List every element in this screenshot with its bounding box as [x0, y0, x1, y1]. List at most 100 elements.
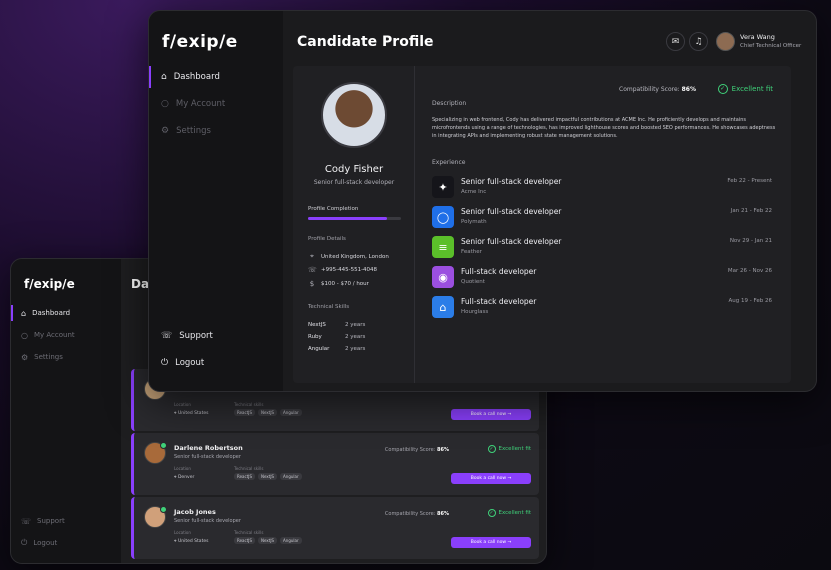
- sidebar-item-label: My Account: [33, 331, 75, 339]
- skill-chip: Angular: [280, 473, 302, 480]
- book-call-button[interactable]: Book a call now →: [451, 537, 531, 548]
- user-icon: ○: [161, 99, 169, 109]
- mail-icon: ✉: [671, 36, 680, 47]
- company-logo-icon: ◯: [432, 206, 454, 228]
- avatar: [144, 442, 167, 464]
- sidebar-item-label: Settings: [34, 353, 63, 361]
- phone-detail: ☏ +995-445-551-4048: [308, 266, 378, 274]
- sidebar-item-my-account[interactable]: ○ My Account: [11, 327, 75, 343]
- skill-chip: ReactJS: [234, 473, 255, 480]
- candidate-role: Senior full-stack developer: [174, 518, 241, 524]
- location-label: Location: [174, 530, 191, 535]
- home-icon: ⌂: [161, 72, 167, 82]
- skill-chips: ReactJS NextJS Angular: [234, 409, 302, 416]
- avatar: [144, 506, 167, 528]
- experience-item: ⌂ Full-stack developer Hourglass Aug 19 - F…: [432, 296, 772, 320]
- sidebar-item-label: Support: [179, 331, 213, 341]
- experience-company: Polymath: [461, 219, 487, 225]
- experience-company: Quotient: [461, 279, 485, 285]
- home-icon: ⌂: [21, 308, 27, 318]
- experience-company: Hourglass: [461, 309, 489, 315]
- fit-badge: ✓ Excellent fit: [487, 509, 531, 517]
- skill-chips: ReactJS NextJS Angular: [234, 473, 302, 480]
- sidebar-item-logout[interactable]: ⏻ Logout: [11, 535, 57, 551]
- sidebar-item-my-account[interactable]: ○ My Account: [149, 93, 225, 115]
- sidebar-item-settings[interactable]: ⚙ Settings: [11, 349, 63, 365]
- notifications-button[interactable]: ♫: [689, 32, 708, 51]
- candidate-avatar: [321, 82, 387, 148]
- skill-chip: ReactJS: [234, 537, 255, 544]
- sidebar-item-label: Logout: [175, 358, 205, 368]
- page-title: Candidate Profile: [297, 34, 434, 50]
- sidebar-item-label: Logout: [33, 539, 58, 547]
- experience-dates: Aug 19 - Feb 26: [728, 298, 772, 304]
- user-role: Chief Technical Officer: [740, 43, 802, 49]
- sidebar-item-label: My Account: [175, 99, 226, 109]
- skill-chips: ReactJS NextJS Angular: [234, 537, 302, 544]
- mail-button[interactable]: ✉: [666, 32, 685, 51]
- sidebar-item-dashboard[interactable]: ⌂ Dashboard: [149, 66, 220, 88]
- skill-chip: Angular: [280, 537, 302, 544]
- experience-dates: Feb 22 - Present: [727, 178, 772, 184]
- sidebar-item-dashboard[interactable]: ⌂ Dashboard: [11, 305, 70, 321]
- location-label: Location: [174, 402, 191, 407]
- check-circle-icon: ✓: [487, 445, 496, 453]
- bell-icon: ♫: [694, 36, 703, 47]
- fit-badge: ✓ Excellent fit: [717, 84, 773, 94]
- sidebar-item-settings[interactable]: ⚙ Settings: [149, 120, 211, 142]
- online-indicator: [160, 442, 167, 449]
- candidate-name: Cody Fisher: [324, 164, 384, 175]
- online-indicator: [160, 506, 167, 513]
- experience-title: Full-stack developer: [461, 267, 537, 276]
- profile-details: Compatibility Score: 86% ✓ Excellent fit …: [415, 66, 791, 383]
- candidate-name: Jacob Jones: [174, 508, 216, 516]
- skill-chip: ReactJS: [234, 409, 255, 416]
- sidebar-item-label: Dashboard: [173, 72, 220, 82]
- experience-label: Experience: [432, 159, 466, 166]
- logo: f/exip/e: [162, 32, 238, 52]
- book-call-button[interactable]: Book a call now →: [451, 409, 531, 420]
- company-logo-icon: ◉: [432, 266, 454, 288]
- experience-company: Acme Inc: [461, 189, 487, 195]
- user-icon: ○: [21, 330, 28, 340]
- candidate-name: Darlene Robertson: [174, 444, 243, 452]
- experience-title: Senior full-stack developer: [461, 207, 562, 216]
- sidebar-item-logout[interactable]: ⏻ Logout: [149, 352, 204, 374]
- experience-dates: Nov 29 - Jan 21: [729, 238, 772, 244]
- sidebar-item-label: Settings: [176, 126, 211, 136]
- book-call-button[interactable]: Book a call now →: [451, 473, 531, 484]
- profile-details-label: Profile Details: [308, 236, 346, 242]
- technical-skills-label: Technical Skills: [308, 304, 350, 310]
- sidebar-item-label: Support: [37, 517, 65, 525]
- skill-name: Angular: [308, 346, 330, 352]
- skill-chip: NextJS: [258, 409, 278, 416]
- location: ⌖ Denver: [174, 475, 195, 480]
- profile-completion-bar: [308, 217, 401, 220]
- candidate-role: Senior full-stack developer: [313, 179, 395, 186]
- skills-label: Technical skills: [234, 466, 264, 471]
- skill-name: NextJS: [308, 322, 326, 328]
- location: ⌖ United States: [174, 411, 209, 416]
- candidate-role: Senior full-stack developer: [174, 454, 241, 460]
- company-logo-icon: ✦: [432, 176, 454, 198]
- sidebar-item-support[interactable]: ☏ Support: [11, 513, 65, 529]
- candidate-card[interactable]: Darlene Robertson Senior full-stack deve…: [131, 433, 539, 495]
- description-label: Description: [432, 100, 467, 107]
- skill-years: 2 years: [345, 322, 366, 328]
- user-avatar[interactable]: [716, 32, 735, 51]
- skill-chip: NextJS: [258, 537, 278, 544]
- phone-icon: ☏: [308, 266, 317, 274]
- compatibility-score: Compatibility Score: 86%: [619, 86, 696, 93]
- profile-completion-fill: [308, 217, 388, 220]
- sidebar: f/exip/e ⌂ Dashboard ○ My Account ⚙ Sett…: [11, 259, 121, 563]
- experience-company: Feather: [461, 249, 482, 255]
- check-circle-icon: ✓: [717, 84, 728, 94]
- experience-item: ◯ Senior full-stack developer Polymath Jan …: [432, 206, 772, 230]
- experience-item: ◉ Full-stack developer Quotient Mar 26 - No…: [432, 266, 772, 290]
- location-detail: ⌖ United Kingdom, London: [308, 252, 389, 261]
- candidate-card[interactable]: Jacob Jones Senior full-stack developer …: [131, 497, 539, 559]
- rate-detail: $ $100 - $70 / hour: [309, 280, 369, 288]
- sidebar-item-support[interactable]: ☏ Support: [149, 325, 213, 347]
- logo: f/exip/e: [24, 277, 75, 291]
- logout-icon: ⏻: [21, 538, 28, 547]
